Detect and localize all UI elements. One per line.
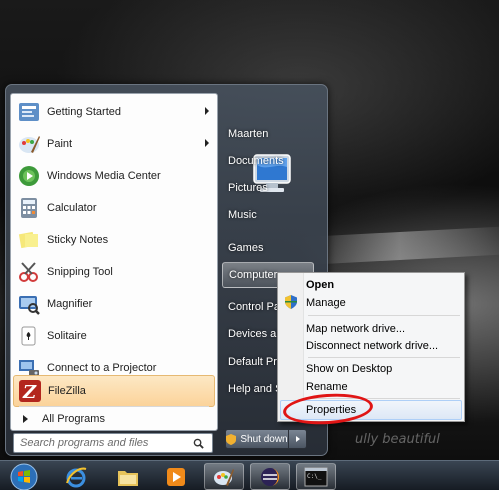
taskbar-windows-explorer[interactable] — [108, 463, 148, 490]
calculator-icon — [21, 198, 37, 218]
context-menu-separator — [308, 357, 460, 358]
media-player-icon — [167, 467, 185, 486]
pinned-item-label: Magnifier — [47, 298, 93, 310]
pinned-item-magnifier[interactable]: Magnifier — [13, 288, 215, 320]
start-menu-programs-pane: Getting Started Paint Windows Media Cent… — [10, 93, 218, 431]
eclipse-icon — [261, 467, 280, 486]
taskbar-command-prompt[interactable]: C:\_ — [296, 463, 336, 490]
shutdown-shield-icon — [226, 433, 237, 445]
getting-started-icon — [19, 103, 39, 121]
shutdown-options-button[interactable] — [289, 429, 307, 449]
pinned-item-label: Calculator — [47, 202, 97, 214]
internet-explorer-icon — [66, 467, 87, 487]
right-item-label: Pictures — [228, 182, 268, 194]
chevron-right-icon — [295, 436, 300, 442]
wallpaper-tagline: ully beautiful — [355, 432, 440, 447]
pinned-item-windows-media-center[interactable]: Windows Media Center — [13, 160, 215, 192]
right-item-games[interactable]: Games — [222, 235, 314, 261]
filezilla-icon: Z — [19, 380, 41, 403]
solitaire-icon — [21, 326, 36, 346]
pinned-item-label: Windows Media Center — [47, 170, 161, 182]
command-prompt-icon: C:\_ — [304, 467, 328, 486]
search-icon[interactable] — [193, 438, 204, 449]
search-box — [13, 433, 213, 453]
context-item-label: Manage — [306, 297, 346, 309]
windows-orb-icon — [10, 463, 38, 490]
magnifier-icon — [19, 296, 40, 315]
right-item-documents[interactable]: Documents — [222, 148, 314, 174]
svg-text:Z: Z — [22, 382, 37, 403]
pinned-item-calculator[interactable]: Calculator — [13, 192, 215, 224]
folder-icon — [118, 470, 138, 486]
right-item-label: Music — [228, 209, 257, 221]
right-item-label: Games — [228, 242, 264, 254]
pinned-item-sticky-notes[interactable]: Sticky Notes — [13, 224, 215, 256]
context-item-label: Open — [306, 279, 335, 291]
pinned-item-label: FileZilla — [48, 385, 86, 397]
paint-icon — [214, 468, 234, 486]
right-item-music[interactable]: Music — [222, 202, 314, 228]
start-orb-button[interactable] — [4, 463, 44, 490]
media-center-icon — [19, 166, 39, 186]
submenu-arrow-icon — [205, 139, 209, 147]
pinned-item-label: Solitaire — [47, 330, 87, 342]
pinned-item-label: Connect to a Projector — [47, 362, 157, 374]
context-item-label: Rename — [306, 381, 348, 393]
taskbar-internet-explorer[interactable] — [56, 463, 96, 490]
context-item-label: Disconnect network drive... — [306, 340, 439, 352]
expand-arrow-icon — [23, 415, 28, 423]
shutdown-group: Shut down — [225, 429, 307, 449]
context-item-show-on-desktop[interactable]: Show on Desktop — [306, 359, 462, 379]
taskbar-paint[interactable] — [204, 463, 244, 490]
menu-separator — [19, 406, 209, 407]
uac-shield-icon — [285, 295, 297, 309]
taskbar-media-player[interactable] — [156, 463, 196, 490]
pinned-item-paint[interactable]: Paint — [13, 128, 215, 160]
snipping-tool-icon — [19, 262, 38, 282]
sticky-notes-icon — [18, 231, 38, 249]
submenu-arrow-icon — [205, 107, 209, 115]
svg-text:C:\_: C:\_ — [307, 473, 322, 480]
context-item-open[interactable]: Open — [306, 275, 462, 295]
right-item-user-folder[interactable]: Maarten — [222, 121, 314, 147]
context-item-label: Show on Desktop — [306, 363, 393, 375]
shutdown-button[interactable]: Shut down — [225, 429, 289, 449]
all-programs-label: All Programs — [42, 413, 105, 425]
all-programs-button[interactable]: All Programs — [13, 408, 215, 430]
right-item-label: Maarten — [228, 128, 269, 140]
pinned-item-getting-started[interactable]: Getting Started — [13, 96, 215, 128]
context-item-disconnect-network-drive[interactable]: Disconnect network drive... — [306, 336, 462, 356]
pinned-item-label: Getting Started — [47, 106, 121, 118]
pinned-item-snipping-tool[interactable]: Snipping Tool — [13, 256, 215, 288]
right-item-label: Documents — [228, 155, 284, 167]
context-item-manage[interactable]: Manage — [306, 293, 462, 313]
context-menu-separator — [308, 315, 460, 316]
taskbar-eclipse[interactable] — [250, 463, 290, 490]
pinned-item-label: Sticky Notes — [47, 234, 109, 246]
wallpaper-light-streak — [300, 226, 499, 266]
context-item-label: Map network drive... — [306, 323, 406, 335]
search-input[interactable] — [20, 435, 190, 451]
right-item-pictures[interactable]: Pictures — [222, 175, 314, 201]
pinned-item-label: Paint — [47, 138, 73, 150]
pinned-item-label: Snipping Tool — [47, 266, 113, 278]
pinned-item-filezilla[interactable]: Z FileZilla — [13, 375, 215, 407]
right-item-label: Computer — [229, 269, 278, 281]
shutdown-label: Shut down — [240, 433, 288, 445]
pinned-item-solitaire[interactable]: Solitaire — [13, 320, 215, 352]
paint-icon — [19, 136, 40, 153]
